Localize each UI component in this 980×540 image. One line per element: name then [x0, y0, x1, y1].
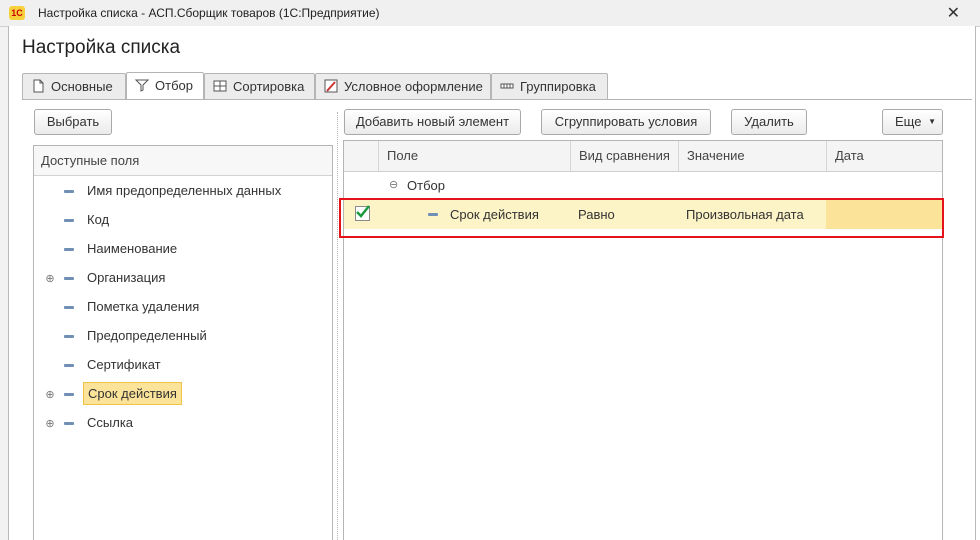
window-title: Настройка списка - АСП.Сборщик товаров (…: [38, 6, 380, 20]
field-item-certificate[interactable]: Сертификат: [34, 351, 332, 380]
chevron-down-icon: ▼: [928, 117, 936, 126]
tab-filter[interactable]: Отбор: [126, 72, 204, 100]
more-button[interactable]: Еще ▼: [882, 109, 943, 135]
field-icon: [64, 422, 74, 425]
column-header-comparison[interactable]: Вид сравнения: [570, 141, 678, 171]
field-icon: [64, 335, 74, 338]
field-icon: [64, 190, 74, 193]
delete-button[interactable]: Удалить: [731, 109, 807, 135]
tab-label: Основные: [51, 79, 113, 94]
tab-main[interactable]: Основные: [22, 73, 126, 99]
column-header-date[interactable]: Дата: [826, 141, 942, 171]
field-icon: [64, 306, 74, 309]
sort-icon: [213, 76, 227, 92]
field-item-link[interactable]: ⊕ Ссылка: [34, 409, 332, 438]
grid-header: Поле Вид сравнения Значение Дата: [344, 141, 942, 172]
tab-sort[interactable]: Сортировка: [204, 73, 315, 99]
field-icon: [64, 393, 74, 396]
field-icon: [64, 219, 74, 222]
form-title: Настройка списка: [22, 37, 181, 58]
tab-label: Условное оформление: [344, 79, 483, 94]
grouping-icon: [500, 76, 514, 90]
field-item-organization[interactable]: ⊕ Организация: [34, 264, 332, 293]
field-icon: [64, 248, 74, 251]
tab-grouping[interactable]: Группировка: [491, 73, 608, 99]
column-header-field[interactable]: Поле: [378, 141, 570, 171]
tab-label: Отбор: [155, 78, 193, 93]
tab-label: Сортировка: [233, 79, 305, 94]
app-logo-icon: 1С: [9, 6, 25, 20]
tab-label: Группировка: [520, 79, 596, 94]
field-item-name[interactable]: Наименование: [34, 235, 332, 264]
title-bar: 1С Настройка списка - АСП.Сборщик товаро…: [0, 0, 980, 27]
select-button[interactable]: Выбрать: [34, 109, 112, 135]
field-label: Срок действия: [83, 382, 182, 405]
expand-plus-icon[interactable]: ⊕: [45, 272, 55, 285]
field-label: Сертификат: [87, 357, 161, 372]
available-fields-header: Доступные поля: [34, 146, 332, 176]
field-item-predefined[interactable]: Предопределенный: [34, 322, 332, 351]
field-label: Имя предопределенных данных: [87, 183, 282, 198]
annotation-highlight-box: [339, 198, 944, 238]
field-label: Предопределенный: [87, 328, 207, 343]
field-item-code[interactable]: Код: [34, 206, 332, 235]
field-icon: [64, 364, 74, 367]
expand-plus-icon[interactable]: ⊕: [45, 388, 55, 401]
field-label: Пометка удаления: [87, 299, 200, 314]
column-header-value[interactable]: Значение: [678, 141, 826, 171]
panel-splitter[interactable]: [337, 112, 339, 540]
field-icon: [64, 277, 74, 280]
close-icon[interactable]: ✕: [947, 3, 960, 23]
field-item-deletion-mark[interactable]: Пометка удаления: [34, 293, 332, 322]
filter-icon: [134, 75, 150, 92]
field-item-predefined-data-name[interactable]: Имя предопределенных данных: [34, 177, 332, 206]
field-label: Организация: [87, 270, 166, 285]
more-label: Еще: [895, 114, 922, 129]
document-icon: [31, 76, 45, 93]
field-label: Наименование: [87, 241, 178, 256]
add-new-element-button[interactable]: Добавить новый элемент: [344, 109, 521, 135]
tab-underline: [22, 99, 972, 100]
field-label: Код: [87, 212, 110, 227]
field-item-validity-period[interactable]: ⊕ Срок действия: [34, 380, 332, 409]
conditional-format-icon: [324, 76, 338, 93]
tab-conditional-format[interactable]: Условное оформление: [315, 73, 491, 99]
field-label: Ссылка: [87, 415, 134, 430]
group-label: Отбор: [407, 178, 445, 193]
expand-plus-icon[interactable]: ⊕: [45, 417, 55, 430]
group-conditions-button[interactable]: Сгруппировать условия: [541, 109, 711, 135]
filter-group-row[interactable]: ⊖ Отбор: [344, 171, 942, 200]
available-fields-panel: Доступные поля Имя предопределенных данн…: [33, 145, 333, 540]
collapse-minus-icon[interactable]: ⊖: [389, 178, 398, 191]
